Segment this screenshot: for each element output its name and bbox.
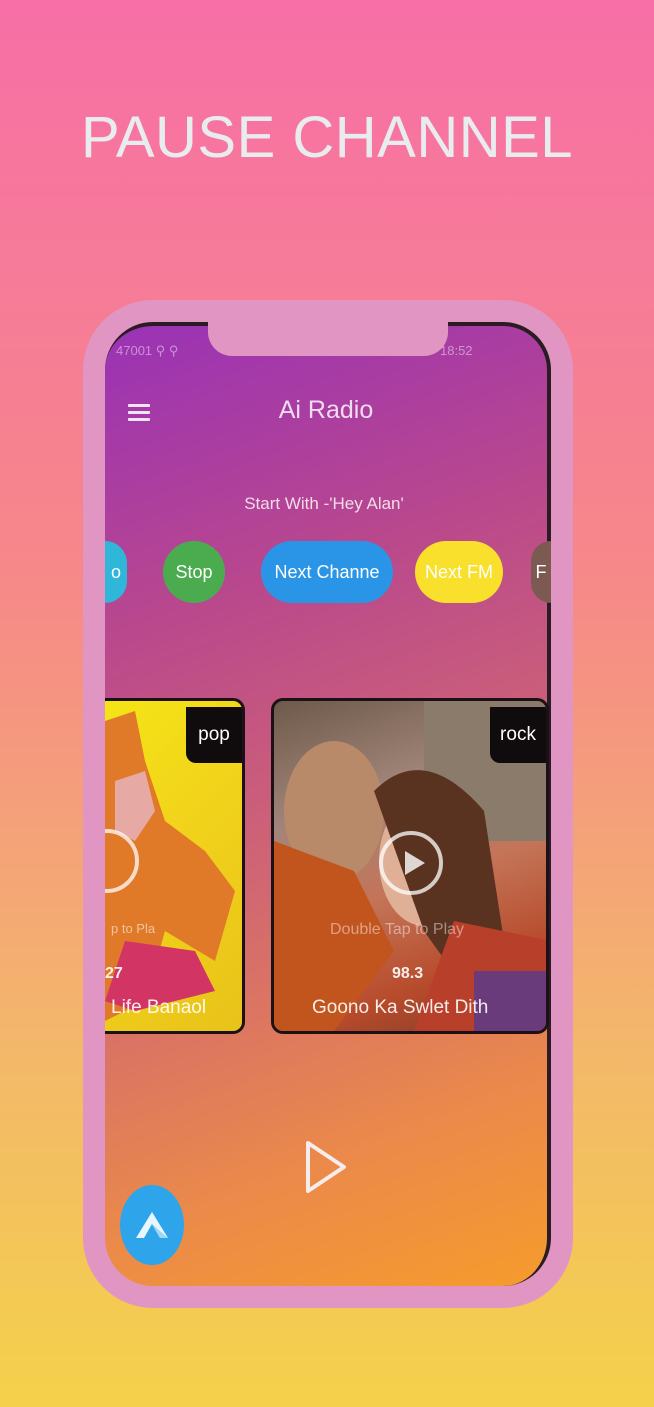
command-chip-stop[interactable]: Stop	[163, 541, 225, 603]
station-name: Goono Ka Swlet Dith	[312, 997, 489, 1018]
alan-assistant-icon	[136, 1212, 168, 1238]
station-name: Life Banaol	[111, 997, 207, 1018]
app-title: Ai Radio	[278, 396, 374, 424]
hamburger-menu-icon[interactable]	[128, 404, 150, 422]
station-frequency: 27	[105, 965, 123, 982]
command-chip-overflow[interactable]: F	[531, 541, 551, 603]
genre-tag-pop: pop	[186, 707, 242, 763]
station-card-rock[interactable]: rock Double Tap to Play 98.3 Goono Ka Sw…	[271, 698, 549, 1034]
station-card-pop[interactable]: pop p to Pla 27 Life Banaol	[105, 698, 245, 1034]
alan-assistant-button[interactable]	[120, 1185, 184, 1265]
command-chip-next-fm[interactable]: Next FM	[415, 541, 503, 603]
promo-headline: PAUSE CHANNEL	[80, 105, 574, 170]
play-icon	[405, 851, 425, 875]
phone-notch	[208, 318, 448, 356]
play-icon[interactable]	[302, 1138, 350, 1196]
genre-tag-rock: rock	[490, 707, 546, 763]
status-bar-clock: 18:52	[440, 343, 473, 358]
tap-hint: p to Pla	[111, 921, 156, 936]
status-bar-left: 47001 ⚲ ⚲	[116, 343, 179, 358]
station-frequency: 98.3	[392, 965, 424, 982]
voice-hint: Start With -'Hey Alan'	[244, 494, 404, 513]
tap-hint: Double Tap to Play	[330, 921, 465, 938]
command-chip-next-channel[interactable]: Next Channe	[261, 541, 393, 603]
